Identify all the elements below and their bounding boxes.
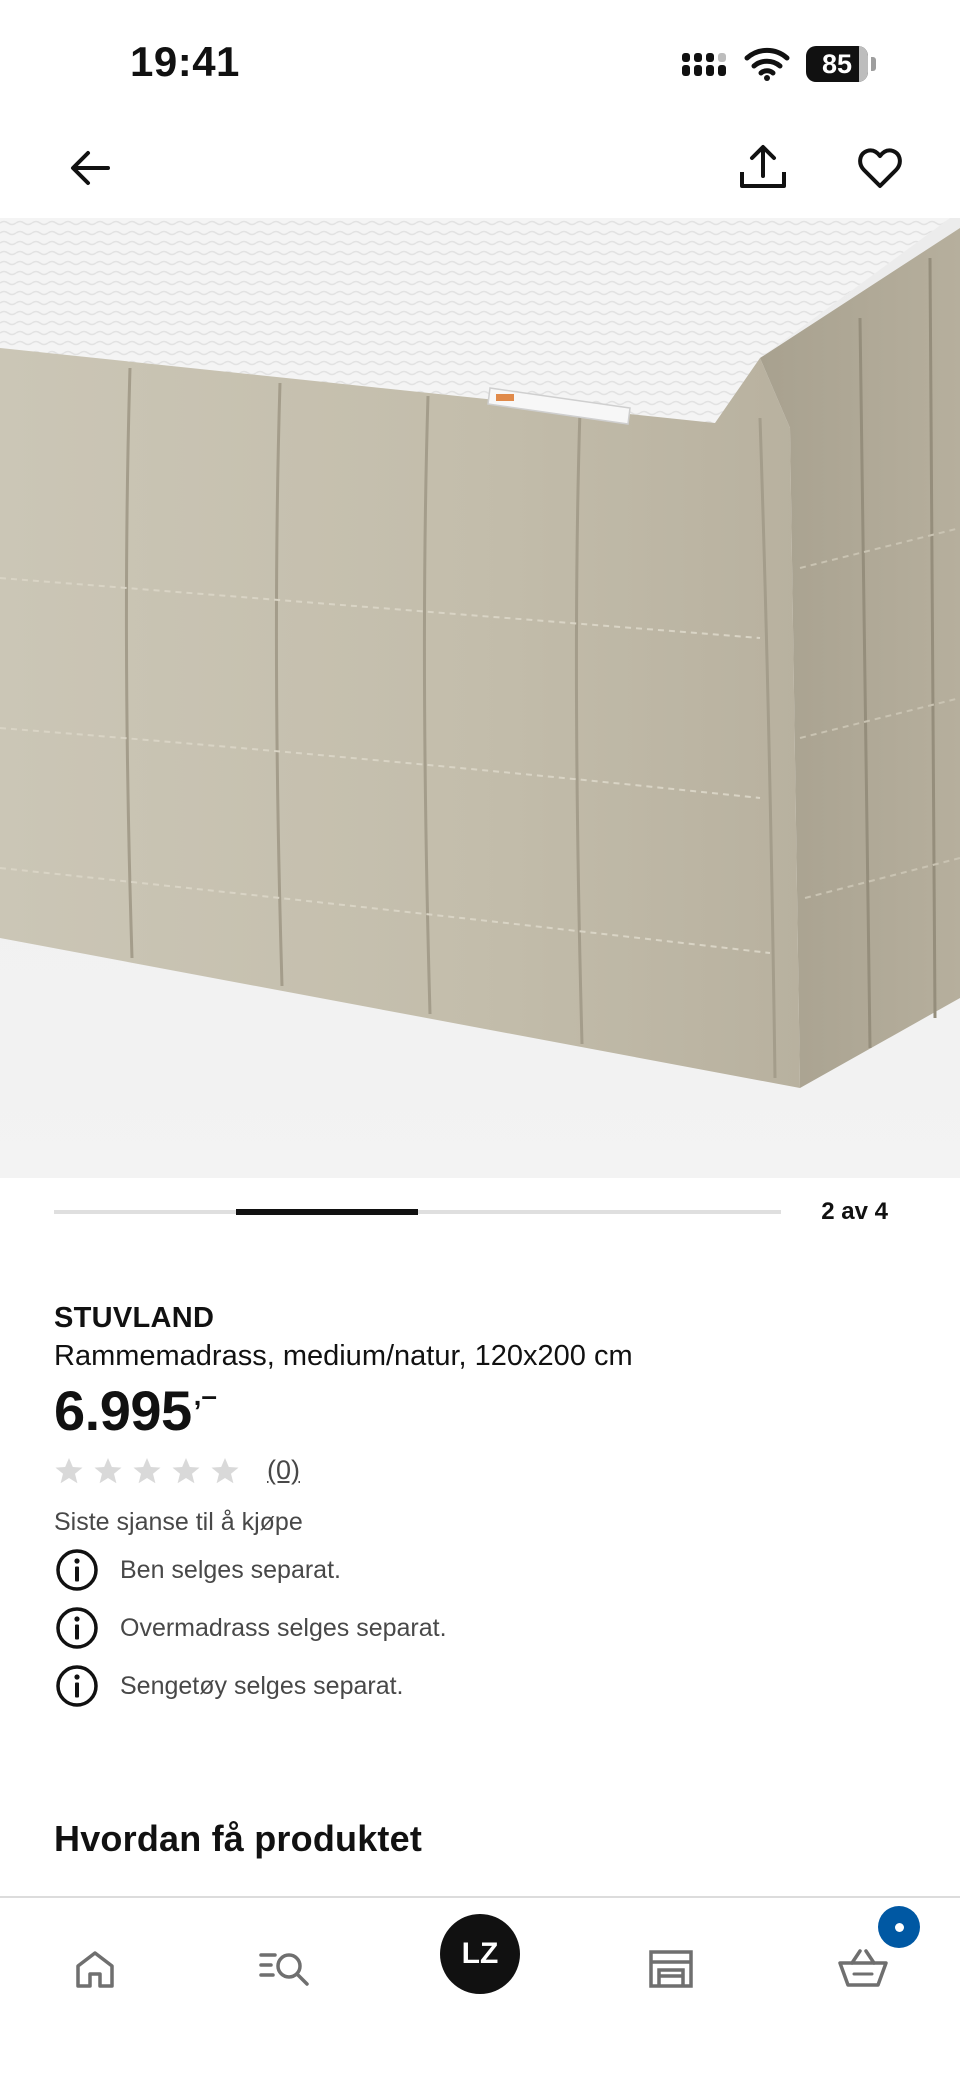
price-integer: 6.995: [54, 1379, 192, 1442]
battery-level: 85: [821, 49, 853, 79]
basket-icon: [838, 1949, 888, 1987]
product-brand: STUVLAND: [54, 1302, 215, 1334]
how-to-get-heading: Hvordan få produktet: [54, 1818, 423, 1859]
product-rating[interactable]: (0): [54, 1455, 300, 1486]
cart-badge: [878, 1906, 920, 1948]
profile-avatar[interactable]: LZ: [440, 1914, 520, 1994]
heart-icon: [858, 148, 902, 188]
info-note: Overmadrass selges separat.: [54, 1605, 447, 1651]
price-decimal: ,–: [193, 1380, 217, 1411]
info-note: Sengetøy selges separat.: [54, 1663, 404, 1709]
wifi-icon: [744, 47, 790, 81]
info-icon: [56, 1665, 98, 1707]
product-image[interactable]: [0, 218, 960, 1178]
product-price: 6.995 ,–: [54, 1378, 217, 1444]
slide-counter: 2 av 4: [821, 1198, 888, 1225]
share-icon: [740, 145, 786, 188]
battery-icon: 85: [806, 46, 876, 82]
tab-home[interactable]: [60, 1934, 130, 2004]
share-button[interactable]: [731, 136, 795, 200]
info-note: Ben selges separat.: [54, 1547, 341, 1593]
favorite-button[interactable]: [848, 136, 912, 200]
product-description: Rammemadrass, medium/natur, 120x200 cm: [54, 1340, 633, 1372]
star-icon: [211, 1457, 239, 1483]
star-icon: [55, 1457, 83, 1483]
star-icon: [172, 1457, 200, 1483]
back-button[interactable]: [58, 136, 122, 200]
availability-text: Siste sjanse til å kjøpe: [54, 1508, 303, 1536]
info-icon: [56, 1549, 98, 1591]
search-list-icon: [259, 1953, 309, 1986]
info-note-text: Overmadrass selges separat.: [120, 1613, 447, 1642]
tab-search[interactable]: [251, 1934, 321, 2004]
store-icon: [649, 1950, 693, 1988]
arrow-left-icon: [71, 151, 110, 185]
star-icon: [94, 1457, 122, 1483]
info-note-text: Ben selges separat.: [120, 1555, 341, 1584]
review-count-link[interactable]: (0): [267, 1455, 300, 1486]
star-icon: [133, 1457, 161, 1483]
home-icon: [76, 1951, 114, 1988]
bottom-tab-bar: LZ: [0, 1896, 960, 2083]
tab-stores[interactable]: [636, 1934, 706, 2004]
carousel-progress: [54, 1209, 781, 1215]
mattress-photo: [0, 218, 960, 1178]
info-note-text: Sengetøy selges separat.: [120, 1671, 404, 1700]
cellular-signal-icon: [682, 53, 726, 76]
carousel-progress-indicator: [235, 1209, 418, 1215]
status-time: 19:41: [130, 38, 240, 85]
info-icon: [56, 1607, 98, 1649]
